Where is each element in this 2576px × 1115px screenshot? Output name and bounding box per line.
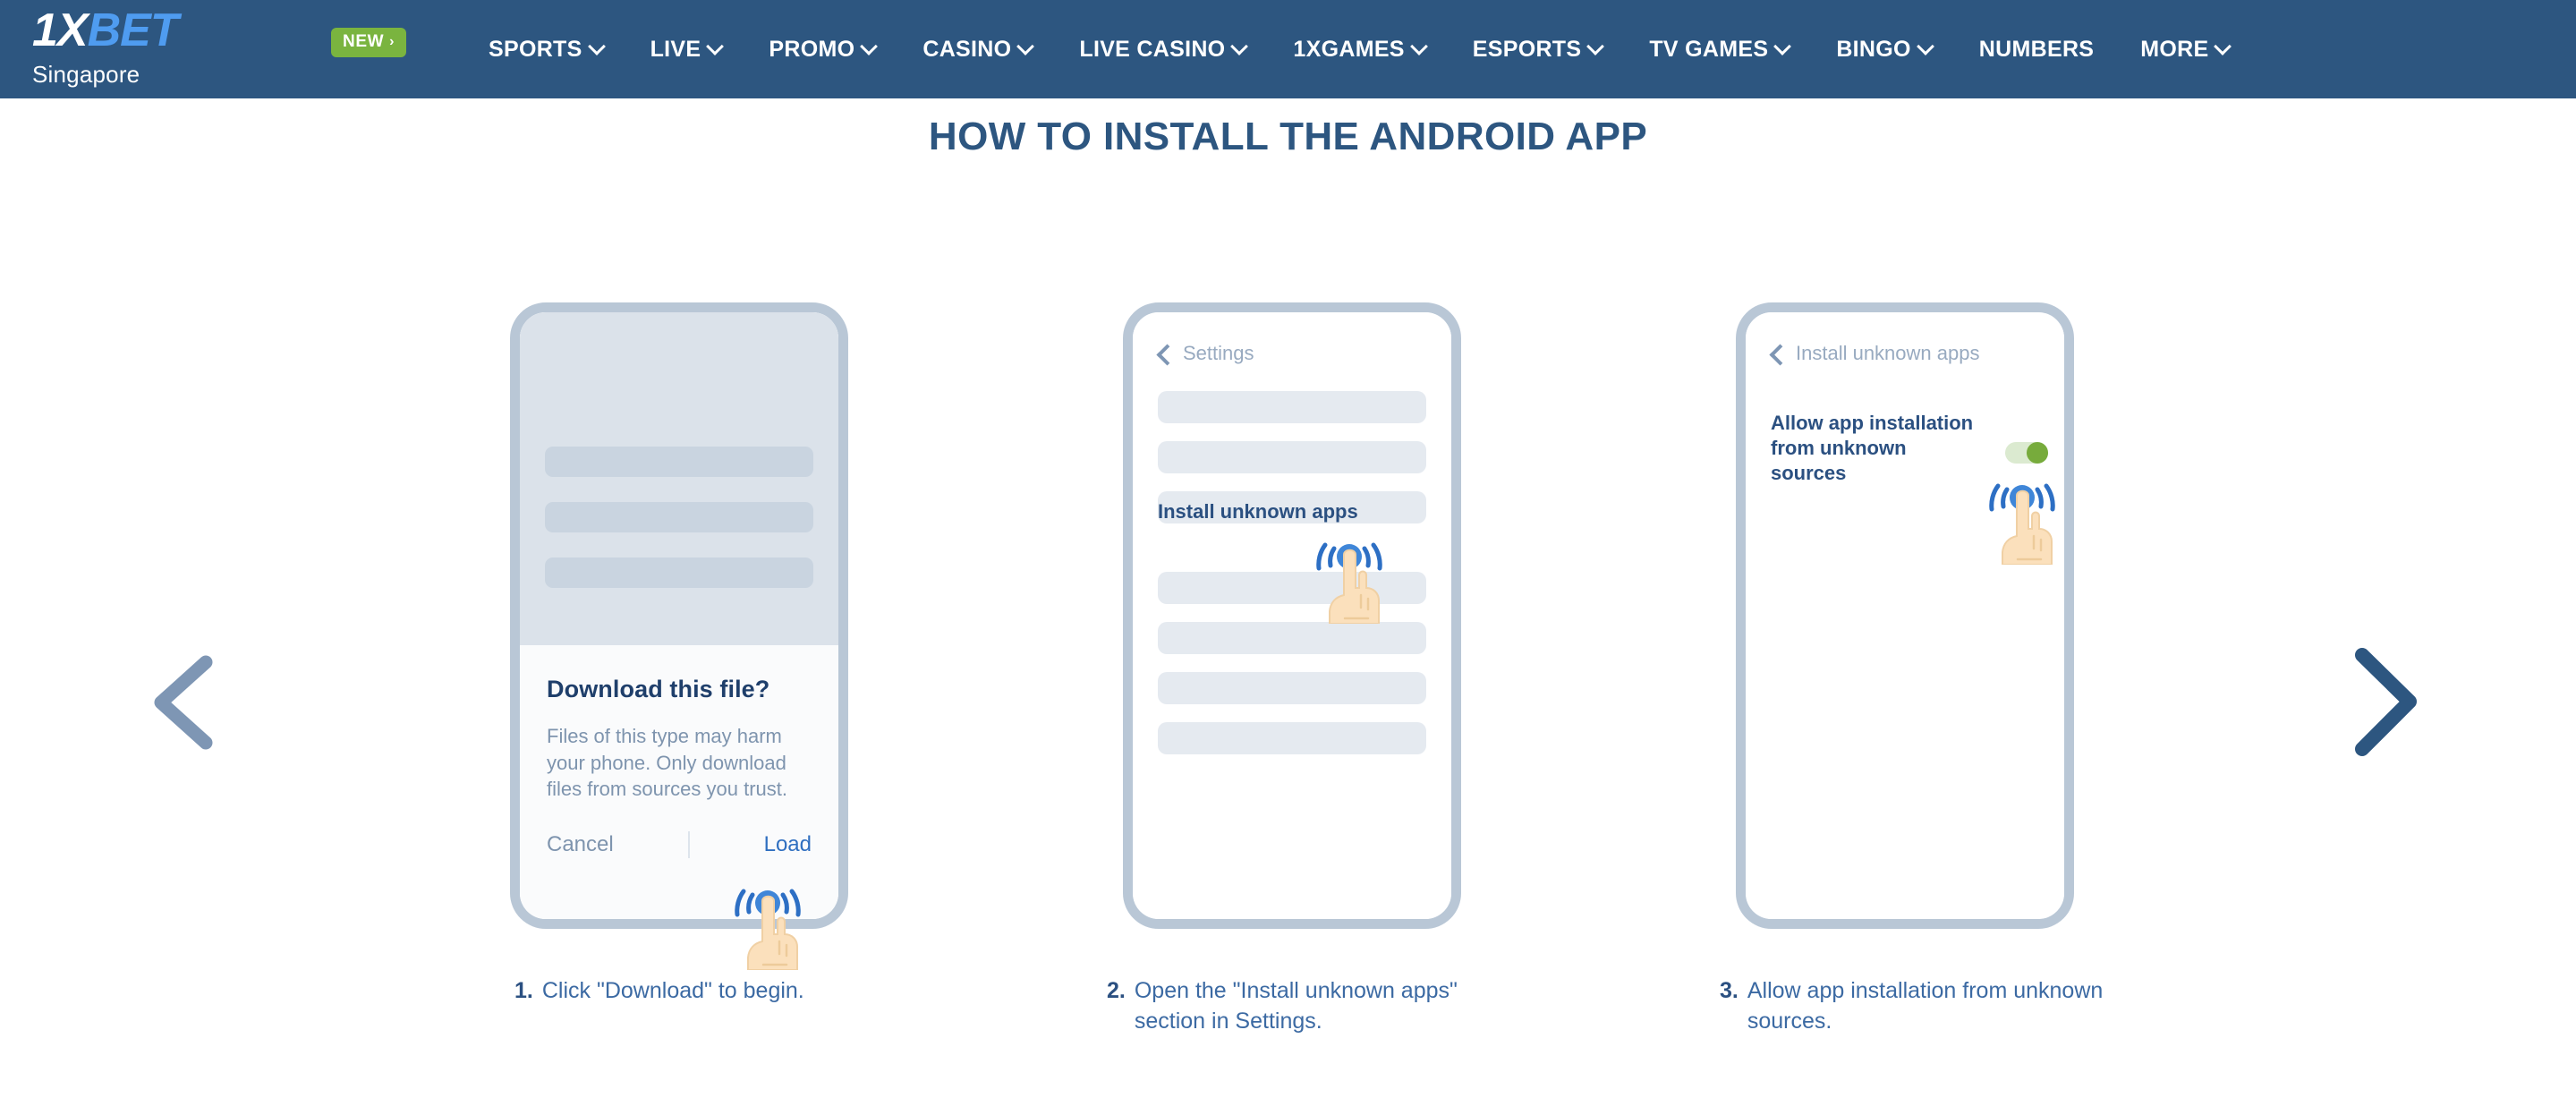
placeholder-bar — [545, 502, 813, 532]
toggle-knob — [2027, 442, 2048, 464]
download-dialog: Download this file? Files of this type m… — [520, 645, 838, 919]
step-caption-text: Open the "Install unknown apps" section … — [1134, 978, 1458, 1034]
placeholder-row — [1158, 722, 1426, 754]
install-unknown-apps-item[interactable]: Install unknown apps — [1158, 500, 1358, 523]
placeholder-row — [1158, 622, 1426, 654]
step-number: 1. — [514, 978, 533, 1003]
dialog-title: Download this file? — [547, 676, 770, 702]
step-caption-text: Allow app installation from unknown sour… — [1747, 978, 2104, 1034]
step-caption-text: Click "Download" to begin. — [541, 978, 804, 1003]
unknown-apps-screen-header[interactable]: Install unknown apps — [1769, 342, 1979, 365]
phone-screen-1: Download this file? Files of this type m… — [520, 312, 838, 919]
phone-screen-2: Settings Install unknown apps — [1133, 312, 1451, 919]
step-number: 3. — [1720, 978, 1739, 1003]
placeholder-row — [1158, 441, 1426, 473]
dialog-actions: Cancel Load — [547, 831, 812, 858]
step-caption-2: 2. Open the "Install unknown apps" secti… — [1042, 975, 1508, 1036]
screen-title: Settings — [1183, 342, 1254, 364]
step-caption-3: 3. Allow app installation from unknown s… — [1655, 975, 2121, 1036]
step-number: 2. — [1107, 978, 1126, 1003]
settings-screen-header[interactable]: Settings — [1156, 342, 1254, 365]
step-caption-1: 1. Click "Download" to begin. — [514, 975, 980, 1006]
back-chevron-icon[interactable] — [1156, 345, 1172, 362]
placeholder-bar — [545, 558, 813, 588]
install-step-2: Settings Install unknown apps 2. Open th… — [1042, 302, 1543, 1034]
dialog-body-text: Files of this type may harm your phone. … — [547, 725, 787, 801]
placeholder-bar — [545, 447, 813, 477]
placeholder-row — [1158, 391, 1426, 423]
phone-mockup-3: Install unknown apps Allow app installat… — [1736, 302, 2074, 929]
phone-mockup-2: Settings Install unknown apps — [1123, 302, 1461, 929]
install-step-3: Install unknown apps Allow app installat… — [1655, 302, 2156, 1034]
placeholder-row — [1158, 572, 1426, 604]
load-button[interactable]: Load — [764, 832, 812, 857]
dimmed-browser-area — [520, 312, 838, 645]
allow-installation-toggle[interactable] — [2005, 442, 2048, 464]
install-steps-carousel: Download this file? Files of this type m… — [0, 0, 2576, 1115]
screen-title: Install unknown apps — [1796, 342, 1980, 364]
allow-installation-label: Allow app installation from unknown sour… — [1771, 412, 1974, 485]
placeholder-row — [1158, 672, 1426, 704]
cancel-button[interactable]: Cancel — [547, 832, 614, 857]
dialog-divider — [687, 831, 690, 858]
phone-screen-3: Install unknown apps Allow app installat… — [1746, 312, 2064, 919]
back-chevron-icon[interactable] — [1769, 345, 1785, 362]
phone-mockup-1: Download this file? Files of this type m… — [510, 302, 848, 971]
install-step-1: Download this file? Files of this type m… — [429, 302, 931, 1003]
